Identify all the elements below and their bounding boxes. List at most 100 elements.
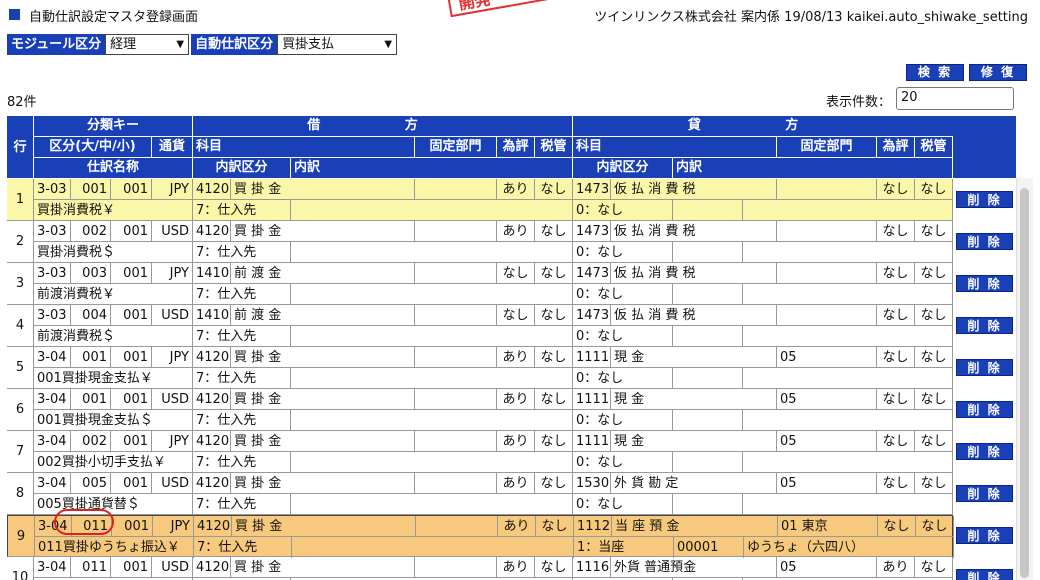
cell-dr-name: 前 渡 金 (231, 263, 415, 284)
cell-cr-u2 (743, 200, 953, 221)
cell-dr-kawase: あり (498, 516, 536, 537)
cell-cr-u (673, 242, 743, 263)
cell-dr-dept (415, 221, 497, 242)
cell-cr-code: 11160 (573, 557, 611, 578)
header-shiwake-name: 仕訳名称 (34, 158, 193, 179)
cell-name: 001買掛現金支払＄ (34, 410, 193, 431)
table-row[interactable]: 93-04011001JPY41200買 掛 金ありなし11120当 座 預 金… (7, 515, 954, 558)
cell-dr-zei: なし (536, 516, 574, 537)
cell-cr-code: 11120 (574, 516, 612, 537)
cell-cr-code: 11110 (573, 431, 611, 452)
module-select[interactable]: 経理 ▼ (105, 34, 190, 55)
delete-button[interactable]: 削 除 (956, 191, 1013, 208)
title-square-icon (9, 9, 20, 20)
cell-dr-dept (415, 431, 497, 452)
filter-row: モジュール区分 経理 ▼ 自動仕訳区分 買掛支払 ▼ (7, 34, 398, 55)
table-row[interactable]: 43-03004001USD14100前 渡 金なしなし14730仮 払 消 費… (7, 305, 953, 347)
cell-cr-zei: なし (915, 221, 953, 242)
delete-button[interactable]: 削 除 (956, 527, 1013, 544)
cell-cr-dept: 05 (777, 389, 877, 410)
display-count-input[interactable]: 20 (896, 87, 1014, 110)
cell-dr-name: 買 掛 金 (232, 516, 416, 537)
cell-cr-name: 外 貨 勘 定 (611, 473, 777, 494)
cell-cr-code: 15300 (573, 473, 611, 494)
row-number: 5 (7, 347, 34, 388)
cell-cr-dept: 05 (777, 557, 877, 578)
cell-dr-u (292, 537, 574, 558)
cell-mid: 011 (71, 557, 111, 578)
table-row[interactable]: 63-04001001USD41200買 掛 金ありなし11110現 金05なし… (7, 389, 953, 431)
delete-button[interactable]: 削 除 (956, 233, 1013, 250)
cell-cr-zei: なし (916, 516, 954, 537)
cell-cr-uk: 0：なし (573, 284, 673, 305)
cell-cr-kawase: なし (877, 473, 915, 494)
cell-cr-kawase: なし (877, 179, 915, 200)
table-row[interactable]: 13-03001001JPY41200買 掛 金ありなし14730仮 払 消 費… (7, 179, 953, 221)
cell-name: 002買掛小切手支払￥ (34, 452, 193, 473)
cell-cr-code: 14730 (573, 179, 611, 200)
cell-cr-uk: 0：なし (573, 242, 673, 263)
cell-mid: 005 (71, 473, 111, 494)
cell-small: 001 (111, 557, 152, 578)
display-count-label: 表示件数： (826, 95, 892, 110)
delete-button[interactable]: 削 除 (956, 401, 1013, 418)
cell-name: 買掛消費税￥ (34, 200, 193, 221)
cell-dr-dept (415, 263, 497, 284)
table-row[interactable]: 53-04001001JPY41200買 掛 金ありなし11110現 金05なし… (7, 347, 953, 389)
header-dr-fixed-dept: 固定部門 (415, 137, 497, 158)
cell-dr-code: 14100 (193, 263, 231, 284)
vertical-scrollbar[interactable] (1016, 178, 1033, 580)
table-row[interactable]: 73-04002001JPY41200買 掛 金ありなし11110現 金05なし… (7, 431, 953, 473)
cell-cr-name: 現 金 (611, 347, 777, 368)
restore-button[interactable]: 修 復 (969, 64, 1027, 81)
cell-name: 011買掛ゆうちょ振込￥ (35, 537, 194, 558)
module-label: モジュール区分 (7, 34, 106, 55)
cell-dr-zei: なし (535, 263, 573, 284)
record-count: 82件 (7, 95, 37, 110)
cell-dr-kawase: あり (497, 389, 535, 410)
scrollbar-thumb[interactable] (1020, 188, 1029, 578)
cell-mid: 004 (71, 305, 111, 326)
cell-kubun: 3-04 (34, 347, 71, 368)
cell-cur: USD (152, 389, 193, 410)
header-debit: 借 方 (193, 116, 573, 137)
table-row[interactable]: 103-04011001USD41200買 掛 金ありなし11160外貨 普通預… (7, 557, 953, 580)
cell-cr-dept (777, 263, 877, 284)
cell-name: 001買掛現金支払￥ (34, 368, 193, 389)
cell-cur: JPY (152, 431, 193, 452)
cell-small: 001 (111, 221, 152, 242)
cell-mid: 001 (71, 179, 111, 200)
header-credit: 貸 方 (573, 116, 954, 137)
auto-shiwake-select[interactable]: 買掛支払 ▼ (277, 34, 398, 55)
cell-cr-code: 14730 (573, 221, 611, 242)
cell-cr-zei: なし (915, 305, 953, 326)
cell-dr-uk: 7：仕入先 (193, 326, 291, 347)
cell-cur: USD (152, 221, 193, 242)
cell-cr-uk: 0：なし (573, 368, 673, 389)
delete-button[interactable]: 削 除 (956, 359, 1013, 376)
cell-dr-dept (415, 305, 497, 326)
cell-dr-kawase: あり (497, 221, 535, 242)
table-row[interactable]: 33-03003001JPY14100前 渡 金なしなし14730仮 払 消 費… (7, 263, 953, 305)
delete-button[interactable]: 削 除 (956, 275, 1013, 292)
delete-button[interactable]: 削 除 (956, 485, 1013, 502)
cell-dr-kawase: あり (497, 347, 535, 368)
cell-cr-u (673, 452, 743, 473)
table-row[interactable]: 83-04005001USD41200買 掛 金ありなし15300外 貨 勘 定… (7, 473, 953, 515)
cell-kubun: 3-04 (34, 473, 71, 494)
cell-cr-u2 (743, 410, 953, 431)
cell-kubun: 3-03 (34, 221, 71, 242)
delete-button[interactable]: 削 除 (956, 443, 1013, 460)
cell-dr-code: 41200 (193, 431, 231, 452)
search-button[interactable]: 検 索 (906, 64, 964, 81)
cell-dr-code: 41200 (194, 516, 232, 537)
table-row[interactable]: 23-03002001USD41200買 掛 金ありなし14730仮 払 消 費… (7, 221, 953, 263)
delete-button[interactable]: 削 除 (956, 317, 1013, 334)
header-action (953, 116, 1017, 179)
delete-button[interactable]: 削 除 (956, 569, 1013, 580)
cell-kubun: 3-04 (34, 431, 71, 452)
cell-name: 前渡消費税＄ (34, 326, 193, 347)
dev-stamp: 開発 (446, 0, 558, 18)
cell-name: 買掛消費税＄ (34, 242, 193, 263)
highlight-circle (54, 509, 114, 535)
